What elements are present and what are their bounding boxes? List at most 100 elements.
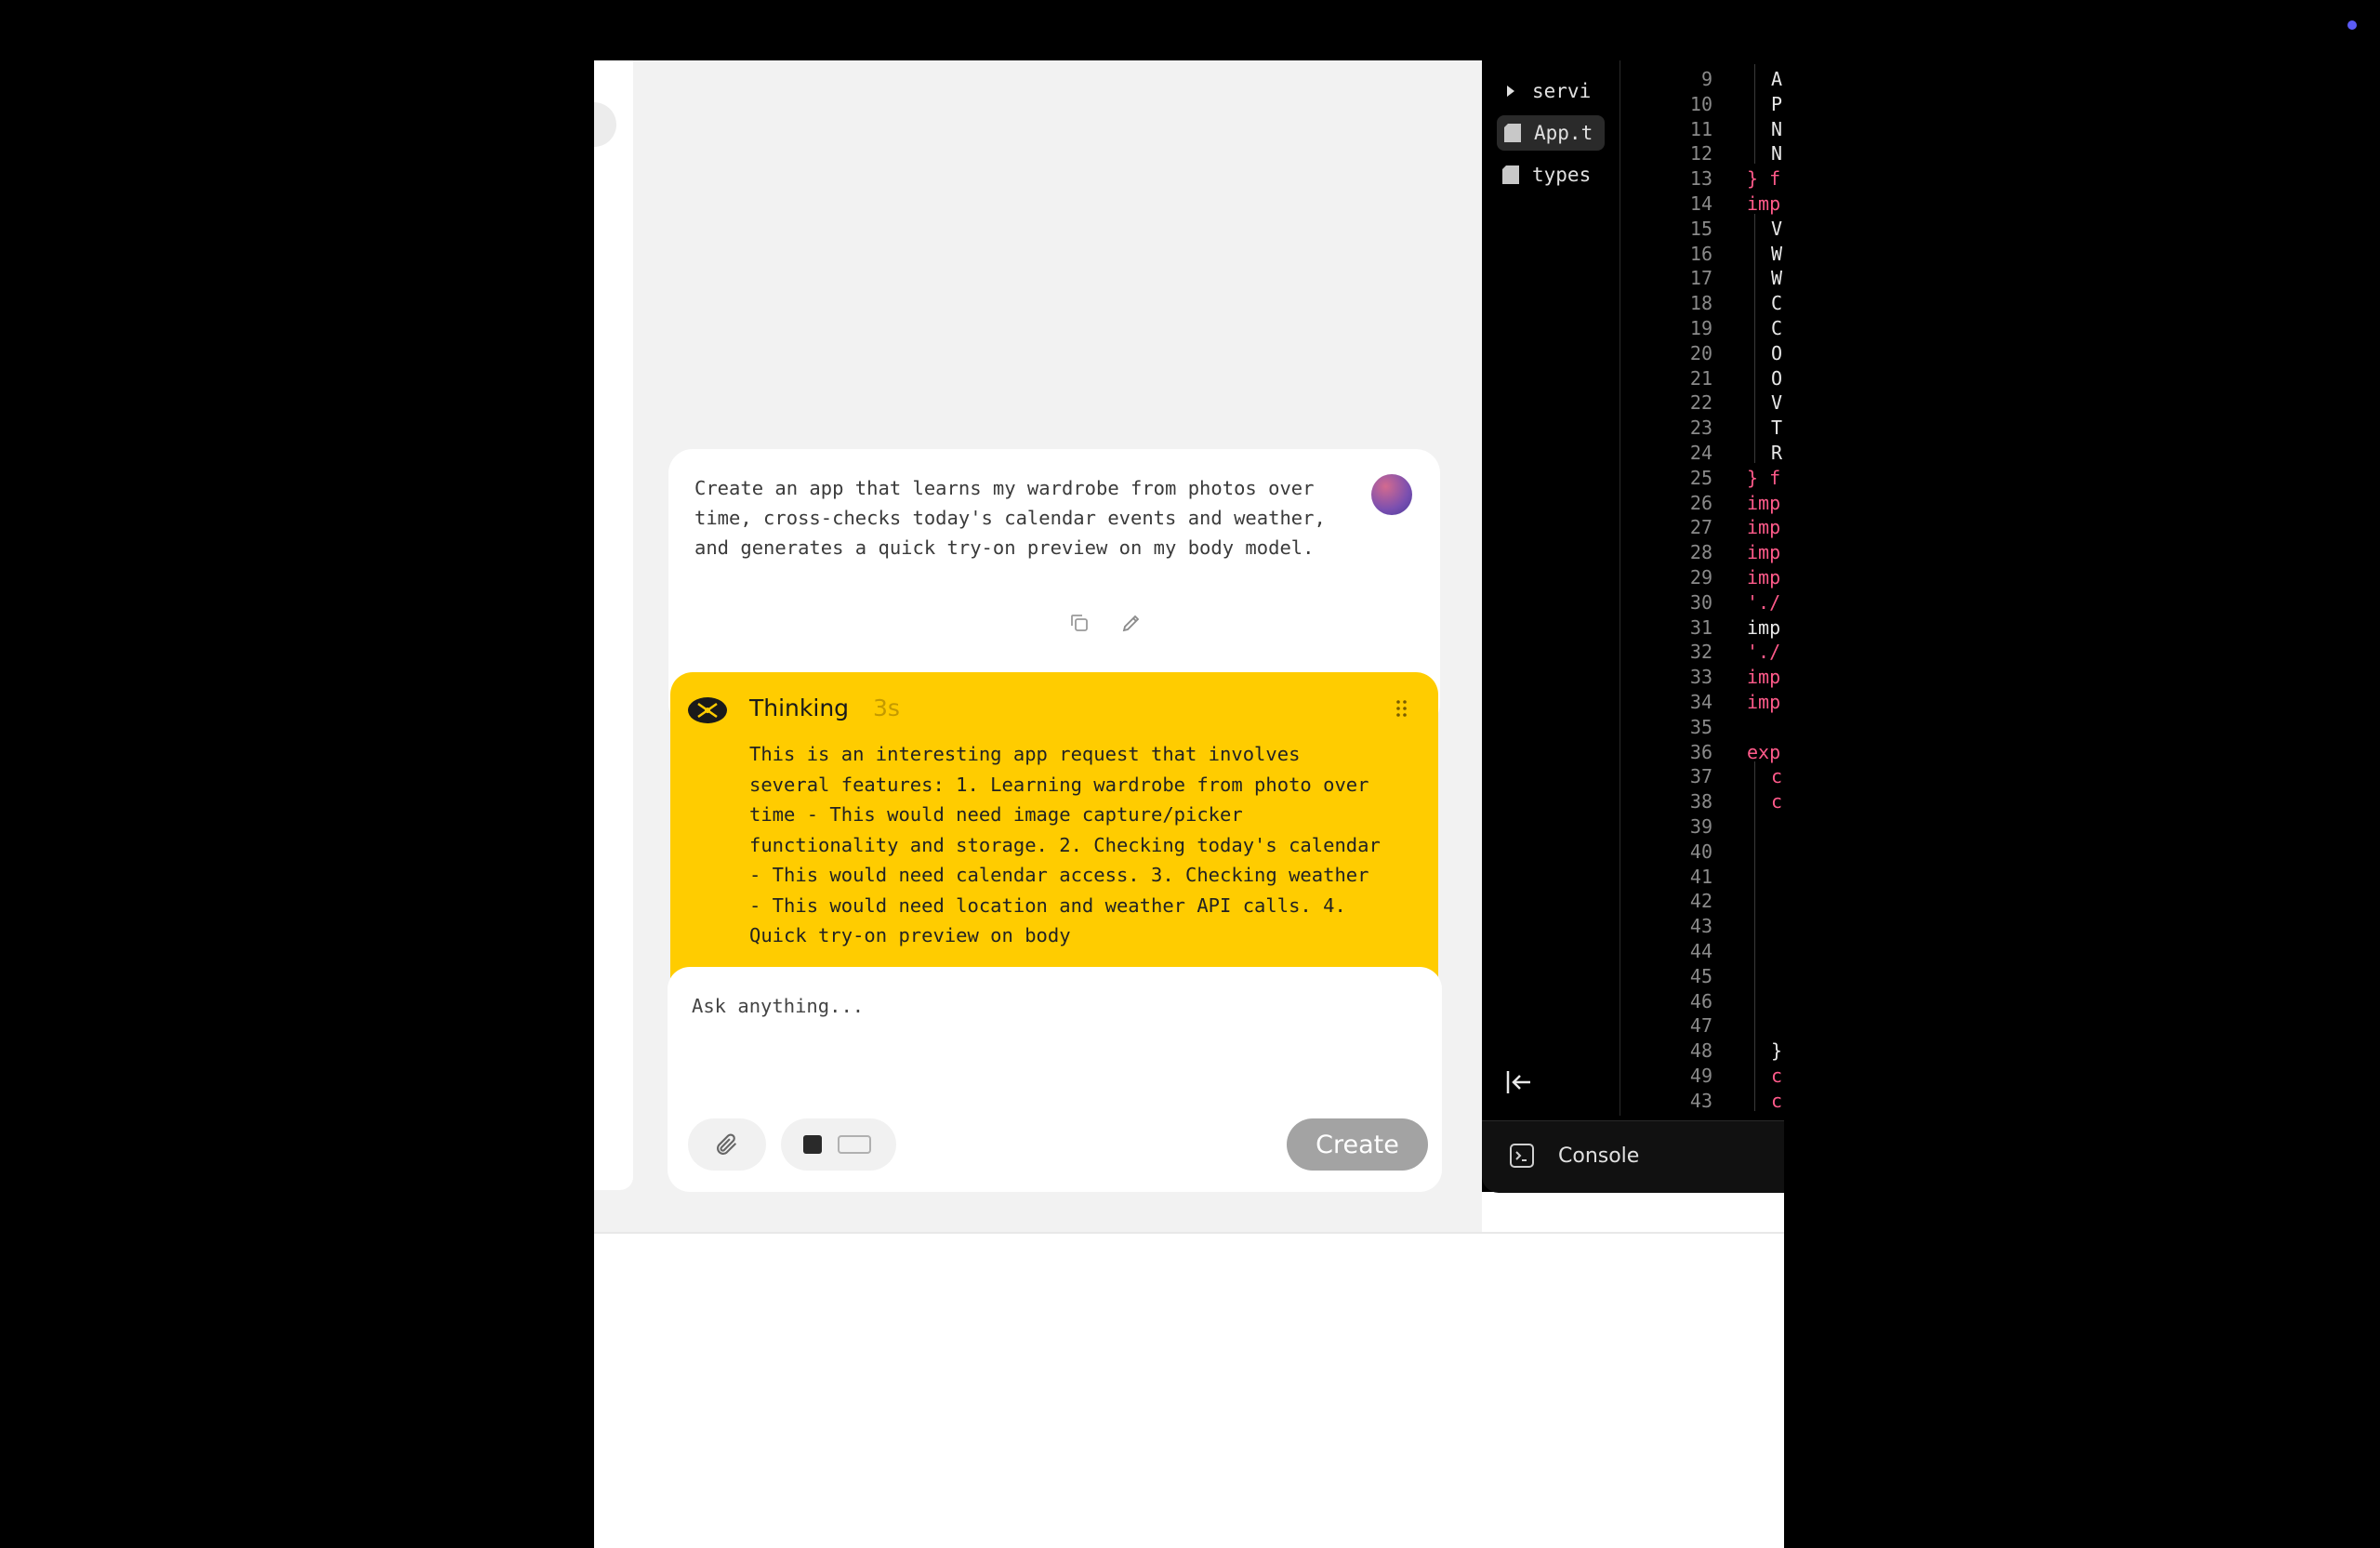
indent-guide [1754, 238, 1755, 264]
copy-icon [1071, 615, 1088, 631]
indent-guide [1754, 388, 1755, 414]
file-tree-item-services[interactable]: servi [1501, 73, 1591, 109]
line-number: 36 [1689, 740, 1712, 763]
line-number: 33 [1689, 666, 1712, 689]
indent-guide [1754, 438, 1755, 463]
line-number: 38 [1689, 790, 1712, 814]
composer: Create [668, 967, 1442, 1192]
code-token: './ [1747, 641, 1781, 664]
file-icon [1504, 124, 1521, 142]
line-number: 43 [1689, 915, 1712, 938]
page-divider [594, 1232, 1784, 1234]
avatar [1371, 474, 1412, 515]
file-tree-item-types[interactable]: types [1501, 157, 1591, 192]
file-tree: servi App.t types [1482, 60, 1605, 1120]
line-number: 10 [1689, 92, 1712, 115]
line-number: 37 [1689, 765, 1712, 788]
line-number: 42 [1689, 890, 1712, 913]
line-number: 46 [1689, 989, 1712, 1012]
code-token: R [1771, 442, 1783, 464]
line-number: 41 [1689, 865, 1712, 888]
app-window: Create an app that learns my wardrobe fr… [594, 60, 1784, 1548]
line-number: 19 [1689, 317, 1712, 339]
status-indicator-dot [2347, 20, 2357, 30]
line-number: 48 [1689, 1039, 1712, 1063]
code-token: W [1771, 267, 1783, 290]
indent-guide [1754, 313, 1755, 338]
chevron-right-icon [1507, 86, 1514, 97]
prompt-input[interactable] [692, 995, 1342, 1017]
console-label: Console [1558, 1144, 1640, 1168]
collapse-sidebar-icon[interactable] [1502, 1066, 1534, 1098]
code-token: } f [1747, 466, 1781, 489]
code-token: c [1771, 790, 1783, 814]
line-number: 12 [1689, 142, 1712, 165]
code-token: A [1771, 68, 1783, 90]
code-token: imp [1747, 516, 1781, 539]
code-token: c [1771, 1089, 1783, 1112]
left-sidebar [594, 60, 633, 1190]
copy-button[interactable] [1065, 609, 1093, 637]
create-button[interactable]: Create [1287, 1118, 1428, 1171]
line-number: 29 [1689, 566, 1712, 589]
file-tree-label: servi [1532, 80, 1592, 102]
code-editor: servi App.t types 9 10 11 12 13 14 15 16 17 18 19 2… [1482, 60, 1784, 1193]
file-tree-item-app[interactable]: App.t [1497, 115, 1605, 151]
code-token: V [1771, 217, 1783, 240]
code-token: W [1771, 242, 1783, 265]
mode-toggle[interactable] [781, 1118, 896, 1171]
line-number: 16 [1689, 242, 1712, 265]
code-token: O [1771, 366, 1783, 390]
code-token: O [1771, 341, 1783, 364]
line-number: 9 [1700, 68, 1712, 90]
code-token: } f [1747, 167, 1781, 191]
thinking-icon [688, 697, 727, 723]
code-token: } [1771, 1039, 1783, 1063]
grip-icon[interactable] [1394, 698, 1412, 719]
indent-guide [1754, 363, 1755, 389]
indent-guide [1754, 288, 1755, 313]
line-number: 31 [1689, 615, 1712, 639]
code-token: imp [1747, 666, 1781, 689]
code-token: imp [1747, 566, 1781, 589]
line-number: 39 [1689, 815, 1712, 838]
file-tree-label: App.t [1534, 122, 1593, 144]
line-number: 18 [1689, 292, 1712, 315]
sidebar-toggle-button[interactable] [594, 102, 616, 147]
indent-guide [1754, 88, 1755, 114]
indent-guide [1754, 413, 1755, 438]
code-token: exp [1747, 740, 1781, 763]
chat-pane: Create an app that learns my wardrobe fr… [594, 60, 1482, 1232]
line-number: 35 [1689, 715, 1712, 738]
line-number: 22 [1689, 391, 1712, 415]
edit-button[interactable] [1117, 609, 1145, 637]
line-number: 27 [1689, 516, 1712, 539]
line-number: 17 [1689, 267, 1712, 290]
terminal-icon [1510, 1144, 1534, 1168]
code-token: c [1771, 765, 1783, 788]
square-icon [803, 1135, 822, 1154]
user-message-text: Create an app that learns my wardrobe fr… [694, 477, 1326, 559]
line-number: 32 [1689, 641, 1712, 664]
indent-guide [1754, 790, 1755, 1065]
line-number: 26 [1689, 491, 1712, 514]
code-token: imp [1747, 691, 1781, 713]
rectangle-icon [838, 1135, 871, 1154]
line-number: 47 [1689, 1014, 1712, 1038]
thinking-text: This is an interesting app request that … [749, 743, 1381, 946]
code-token: C [1771, 317, 1783, 339]
thinking-panel[interactable]: Thinking 3s This is an interesting app r… [670, 672, 1438, 1009]
console-tab[interactable]: Console [1482, 1120, 1784, 1193]
thinking-title: Thinking [749, 695, 850, 721]
thinking-duration: 3s [873, 695, 900, 721]
indent-guide [1754, 263, 1755, 289]
line-number: 15 [1689, 217, 1712, 240]
indent-guide [1754, 1085, 1755, 1111]
code-area[interactable]: A P N N} f imp V W W C C O O V T R} f imp imp imp imp './im… [1747, 60, 1784, 1120]
line-number: 24 [1689, 442, 1712, 464]
paperclip-icon [717, 1133, 737, 1155]
code-token: N [1771, 117, 1783, 140]
attach-button[interactable] [688, 1118, 766, 1171]
code-token: imp [1747, 615, 1781, 639]
line-number: 44 [1689, 940, 1712, 962]
